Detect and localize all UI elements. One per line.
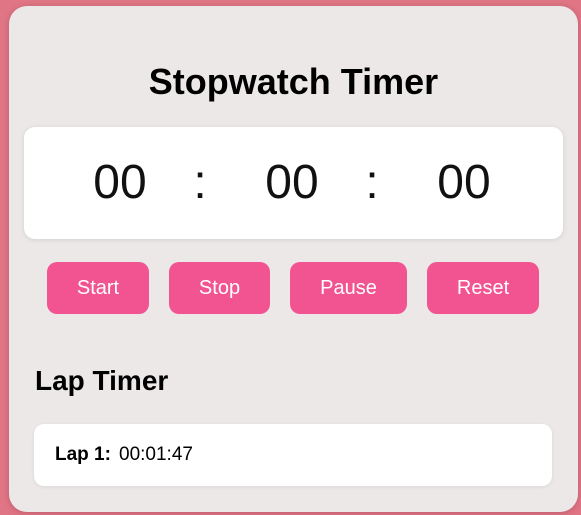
lap-label: Lap 1: bbox=[55, 444, 111, 465]
time-separator: : bbox=[193, 156, 207, 209]
start-button[interactable]: Start bbox=[47, 262, 149, 314]
hours-display: 00 bbox=[93, 156, 147, 209]
minutes-display: 00 bbox=[265, 156, 319, 209]
reset-button[interactable]: Reset bbox=[427, 262, 539, 314]
stopwatch-card: Stopwatch Timer 00 : 00 : 00 Start Stop … bbox=[9, 6, 578, 512]
lap-time: 00:01:47 bbox=[119, 444, 193, 465]
page-title: Stopwatch Timer bbox=[148, 61, 439, 102]
time-separator: : bbox=[365, 156, 379, 209]
pause-button[interactable]: Pause bbox=[290, 262, 407, 314]
time-display: 00 : 00 : 00 bbox=[24, 127, 563, 239]
stop-button[interactable]: Stop bbox=[169, 262, 270, 314]
seconds-display: 00 bbox=[437, 156, 491, 209]
lap-item: Lap 1: 00:01:47 bbox=[34, 424, 552, 486]
lap-timer-heading: Lap Timer bbox=[35, 365, 169, 396]
